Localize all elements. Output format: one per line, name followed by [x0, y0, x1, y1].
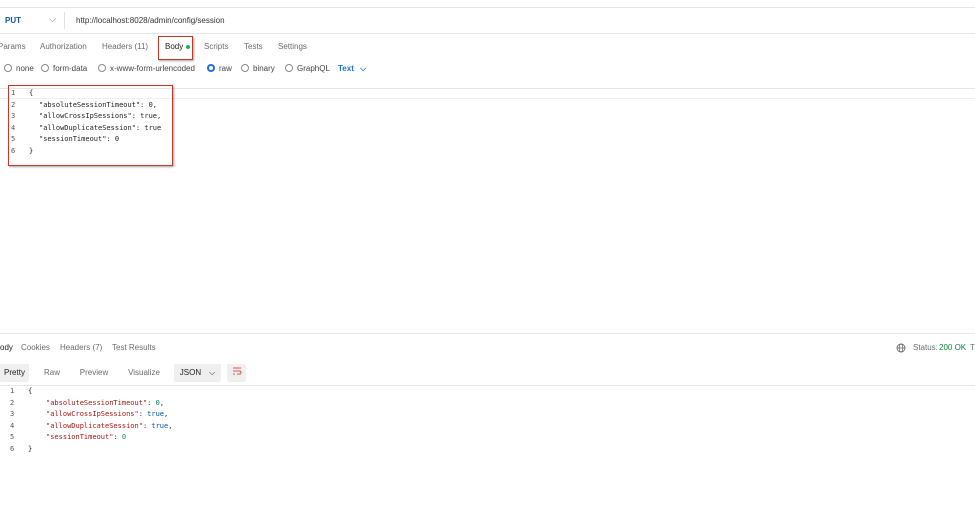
json-colon: : [113, 433, 122, 442]
json-colon: : [147, 398, 156, 407]
json-comma: , [164, 410, 169, 419]
response-tab-headers[interactable]: Headers (7) [60, 343, 102, 352]
line-number: 2 [11, 100, 16, 109]
json-key: "allowCrossIpSessions" [46, 410, 139, 419]
tab-body[interactable]: Body [165, 42, 191, 51]
tab-scripts[interactable]: Scripts [204, 42, 228, 51]
line-number: 3 [11, 112, 16, 121]
text-type-label: Text [338, 64, 354, 73]
method-select[interactable]: PUT [5, 16, 21, 25]
divider [64, 12, 65, 29]
radio-raw[interactable]: raw [207, 64, 232, 73]
radio-urlencoded-label: x-www-form-urlencoded [110, 64, 195, 73]
json-key: "allowDuplicateSession" [46, 421, 143, 430]
json-key: "absoluteSessionTimeout" [46, 398, 148, 407]
json-value: true [151, 421, 169, 430]
radio-none[interactable]: none [4, 64, 34, 73]
view-pretty-button[interactable]: Pretty [0, 364, 29, 382]
json-key: "sessionTimeout" [46, 433, 114, 442]
line-number: 1 [11, 89, 16, 97]
code-line: "allowDuplicateSession": true [39, 123, 162, 132]
code-line: { [28, 387, 33, 395]
json-colon: : [138, 410, 148, 419]
radio-form-data[interactable]: form-data [41, 64, 87, 73]
json-entry: "allowDuplicateSession": true, [46, 422, 172, 430]
radio-raw-label: raw [219, 64, 232, 73]
radio-none-label: none [16, 64, 34, 73]
json-comma: , [159, 398, 165, 407]
tab-body-label: Body [165, 42, 184, 51]
tab-headers[interactable]: Headers (11) [102, 42, 148, 51]
chevron-down-icon[interactable]: ⌵ [49, 14, 56, 25]
globe-icon[interactable] [896, 343, 906, 355]
view-visualize-button[interactable]: Visualize [124, 364, 164, 382]
radio-binary[interactable]: binary [241, 64, 275, 73]
format-select[interactable]: JSON ⌵ [174, 364, 221, 382]
format-label: JSON [179, 368, 202, 377]
text-type-select[interactable]: Text ⌵ [338, 64, 366, 74]
tab-tests[interactable]: Tests [244, 42, 263, 51]
response-editor-border [0, 385, 975, 386]
code-line: "sessionTimeout": 0 [39, 135, 120, 144]
line-number: 5 [10, 433, 15, 442]
radio-binary-label: binary [253, 64, 275, 73]
view-raw-button[interactable]: Raw [38, 364, 66, 382]
radio-icon [41, 64, 49, 72]
response-tab-cookies[interactable]: Cookies [21, 343, 50, 352]
code-line: "absoluteSessionTimeout": 0, [39, 100, 158, 109]
json-entry: "sessionTimeout": 0 [46, 433, 126, 441]
chevron-down-icon: ⌵ [209, 368, 216, 377]
json-value: true [147, 410, 165, 419]
status-badge[interactable]: 200 OK [939, 343, 966, 352]
line-number: 6 [11, 147, 16, 155]
request-url-bar: PUT ⌵ http://localhost:8028/admin/config… [0, 7, 975, 34]
radio-urlencoded[interactable]: x-www-form-urlencoded [98, 64, 195, 73]
line-number: 5 [11, 135, 16, 144]
radio-graphql[interactable]: GraphQL [285, 64, 330, 73]
json-comma: , [168, 421, 173, 430]
pane-splitter[interactable] [0, 333, 975, 334]
wrap-lines-icon[interactable] [227, 364, 246, 382]
line-number: 4 [11, 123, 16, 132]
code-line: { [29, 89, 34, 97]
tab-params[interactable]: Params [0, 42, 26, 51]
url-input[interactable]: http://localhost:8028/admin/config/sessi… [76, 16, 225, 25]
response-tab-body[interactable]: ody [0, 343, 13, 352]
line-number: 6 [10, 445, 15, 453]
radio-graphql-label: GraphQL [297, 64, 330, 73]
chevron-down-icon: ⌵ [360, 64, 367, 73]
radio-icon [285, 64, 293, 72]
json-entry: "absoluteSessionTimeout": 0, [46, 399, 164, 407]
radio-icon [4, 64, 12, 72]
json-entry: "allowCrossIpSessions": true, [46, 410, 168, 418]
json-value: 0 [121, 433, 127, 442]
radio-icon [98, 64, 106, 72]
line-number: 4 [10, 421, 15, 430]
radio-form-data-label: form-data [53, 64, 88, 73]
code-line: } [29, 147, 34, 155]
line-number: 2 [10, 398, 15, 407]
body-modified-dot [186, 44, 191, 49]
line-number: 3 [10, 410, 15, 419]
radio-selected-icon [207, 64, 215, 72]
code-line: } [28, 445, 33, 453]
code-line: "allowCrossIpSessions": true, [39, 112, 162, 121]
view-preview-button[interactable]: Preview [74, 364, 114, 382]
tab-settings[interactable]: Settings [278, 42, 307, 51]
radio-icon [241, 64, 249, 72]
response-tab-test-results[interactable]: Test Results [112, 343, 156, 352]
status-time-truncated: T [970, 343, 975, 352]
tab-authorization[interactable]: Authorization [40, 42, 87, 51]
status-label: Status: [913, 343, 938, 352]
line-number: 1 [10, 387, 15, 395]
